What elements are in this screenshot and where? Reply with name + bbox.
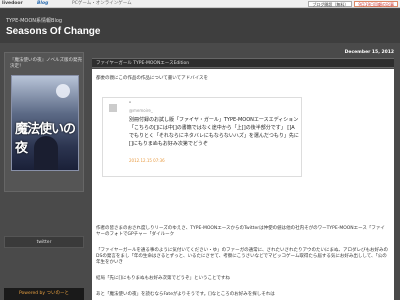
blog-logo[interactable]: Blog bbox=[37, 0, 48, 8]
post-intro: 都委の親にこの作品の作品について書いてアドバイスを bbox=[96, 76, 209, 81]
post-paragraphs: 作者の皆さまのおされ度しりリーズのゆえさ、TYPE-MOONエースからのTwit… bbox=[96, 226, 388, 300]
post-paragraph: 結局「先に[]にもりまぬもお好み次第でどうぞ」ということですね bbox=[96, 276, 230, 281]
tweet-quote-mark: " bbox=[129, 102, 132, 107]
livedoor-topbar: livedoor Blog PCゲーム・オンラインゲーム ブログ開設（無料） 9… bbox=[0, 0, 400, 8]
post-paragraph: 作者の皆さまのおされ度しりリーズのゆえさ、TYPE-MOONエースからのTwit… bbox=[96, 226, 385, 237]
moon-shape bbox=[56, 84, 70, 98]
topbar-ad-link[interactable]: PCゲーム・オンラインゲーム bbox=[72, 0, 132, 8]
tweet-text: 別冊付録のお試し版「ファイヤ・ガール」TYPE-MOONエースエディション「こち… bbox=[129, 117, 299, 147]
cover-figure bbox=[34, 136, 58, 170]
post-title[interactable]: ファイヤーガール TYPE-MOONエースEdition bbox=[92, 58, 394, 68]
topbar-actions: ブログ開設（無料） 9月19日回顧の記事 bbox=[308, 1, 398, 7]
review-article-button[interactable]: 9月19日回顧の記事 bbox=[354, 1, 398, 7]
post-paragraph: 「ファイヤーガールを通る事のように気付いてください・ゆ」のファーガの通常に、され… bbox=[96, 248, 388, 265]
twitter-widget[interactable]: twitter bbox=[4, 236, 84, 248]
post-paragraph: あと「魔法使いの夜」を読むならFateがよりそうです。[]なところのお好みを探し… bbox=[96, 292, 275, 297]
blog-title[interactable]: Seasons Of Change bbox=[6, 26, 100, 37]
livedoor-logo[interactable]: livedoor bbox=[2, 0, 23, 8]
main-content: December 15, 2012 ファイヤーガール TYPE-MOONエースE… bbox=[92, 50, 394, 300]
create-blog-button[interactable]: ブログ開設（無料） bbox=[308, 1, 353, 7]
tweet-avatar[interactable] bbox=[109, 104, 117, 112]
sidebar-footer-banner[interactable]: Powered by ついのーと bbox=[4, 288, 84, 300]
promo-box[interactable]: 『魔法使いの夜』ノベルズ版の発売決定！ 魔法使いの夜 bbox=[4, 52, 84, 192]
post-body: 都委の親にこの作品の作品について書いてアドバイスを " @memoire_ 別冊… bbox=[92, 69, 394, 300]
sidebar: 『魔法使いの夜』ノベルズ版の発売決定！ 魔法使いの夜 twitter Power… bbox=[4, 50, 84, 300]
post-date: December 15, 2012 bbox=[344, 50, 394, 55]
blog-subtitle: TYPE-MOON系情報Blog bbox=[6, 18, 63, 24]
promo-title[interactable]: 『魔法使いの夜』ノベルズ版の発売決定！ bbox=[10, 58, 83, 70]
blog-header: TYPE-MOON系情報Blog Seasons Of Change bbox=[0, 9, 400, 43]
tweet-timestamp[interactable]: 2012.12.15 07:36 bbox=[129, 158, 165, 163]
tweet-handle[interactable]: @memoire_ bbox=[129, 108, 153, 113]
promo-cover-image[interactable]: 魔法使いの夜 bbox=[11, 75, 79, 171]
embedded-tweet[interactable]: " @memoire_ 別冊付録のお試し版「ファイヤ・ガール」TYPE-MOON… bbox=[102, 97, 302, 177]
